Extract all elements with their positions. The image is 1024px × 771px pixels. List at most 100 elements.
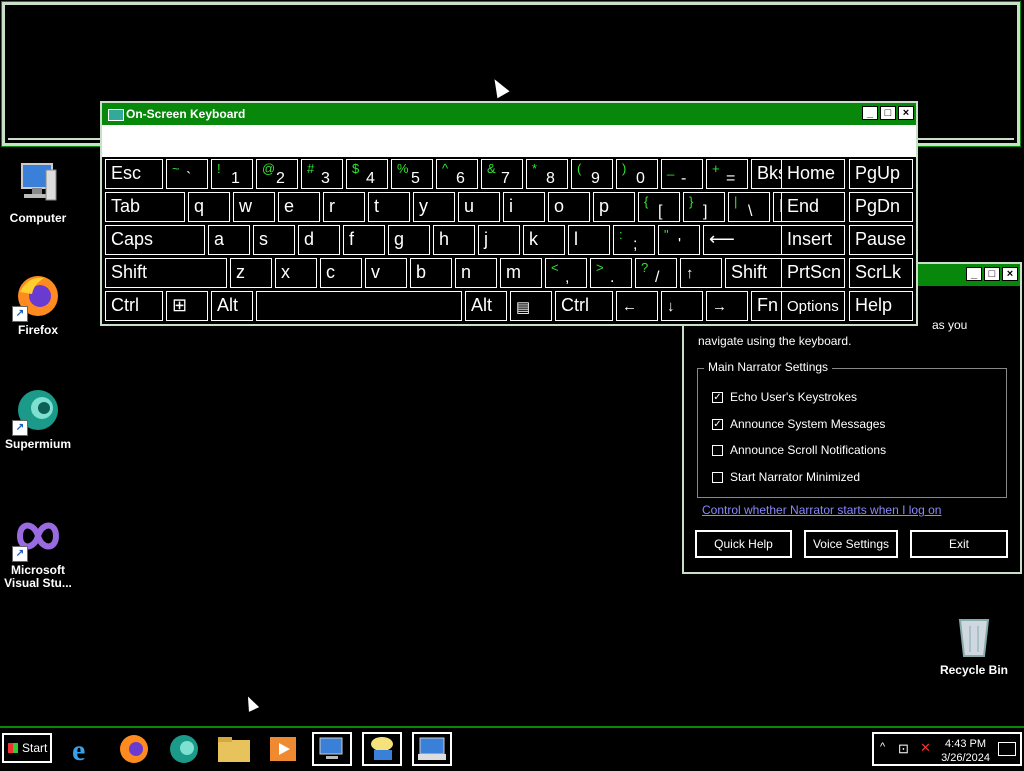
key[interactable]: o [548, 192, 590, 222]
key[interactable]: Shift [725, 258, 785, 288]
key[interactable]: c [320, 258, 362, 288]
minimize-button[interactable]: _ [862, 106, 878, 120]
key[interactable]: r [323, 192, 365, 222]
key[interactable]: ↑ [680, 258, 722, 288]
key[interactable]: PgUp [849, 159, 913, 189]
desktop-icon-firefox[interactable]: ↗ Firefox [0, 272, 76, 337]
key[interactable]: z [230, 258, 272, 288]
key[interactable]: i [503, 192, 545, 222]
key[interactable]: @2 [256, 159, 298, 189]
key[interactable]: p [593, 192, 635, 222]
key[interactable]: >. [590, 258, 632, 288]
key[interactable]: <, [545, 258, 587, 288]
key[interactable]: ScrLk [849, 258, 913, 288]
clock[interactable]: 4:43 PM 3/26/2024 [941, 737, 990, 765]
key[interactable]: " ' [658, 225, 700, 255]
key[interactable]: e [278, 192, 320, 222]
key[interactable]: }] [683, 192, 725, 222]
startup-link[interactable]: Control whether Narrator starts when I l… [702, 503, 941, 517]
key[interactable]: ! 1 [211, 159, 253, 189]
desktop-icon-computer[interactable]: Computer [0, 160, 76, 225]
quick-help-button[interactable]: Quick Help [695, 530, 792, 558]
key[interactable]: a [208, 225, 250, 255]
taskbar-explorer-button[interactable] [214, 732, 254, 766]
key[interactable]: ) 0 [616, 159, 658, 189]
key[interactable]: PgDn [849, 192, 913, 222]
key[interactable]: (9 [571, 159, 613, 189]
key[interactable]: v [365, 258, 407, 288]
key[interactable]: s [253, 225, 295, 255]
key[interactable]: {[ [638, 192, 680, 222]
volume-muted-icon[interactable]: ✕ [920, 740, 931, 756]
key[interactable]: ? / [635, 258, 677, 288]
key[interactable]: + = [706, 159, 748, 189]
taskbar-narrator-button[interactable] [362, 732, 402, 766]
taskbar-window-button-1[interactable] [312, 732, 352, 766]
key[interactable]: j [478, 225, 520, 255]
maximize-button[interactable]: □ [984, 267, 1000, 281]
option-scroll-notifications[interactable]: Announce Scroll Notifications [712, 443, 886, 457]
key[interactable]: b [410, 258, 452, 288]
key[interactable]: m [500, 258, 542, 288]
checkbox[interactable]: ✓ [712, 391, 723, 403]
show-hidden-icons-icon[interactable]: ^ [880, 741, 885, 753]
key[interactable]: Shift [105, 258, 227, 288]
key[interactable]: Insert [781, 225, 845, 255]
checkbox[interactable] [712, 444, 723, 456]
show-desktop-icon[interactable] [998, 742, 1016, 756]
option-start-minimized[interactable]: Start Narrator Minimized [712, 470, 860, 484]
option-announce-system[interactable]: ✓ Announce System Messages [712, 417, 885, 431]
start-button[interactable]: Start [2, 733, 52, 763]
key[interactable]: Ctrl [555, 291, 613, 321]
key[interactable]: k [523, 225, 565, 255]
taskbar-media-button[interactable] [264, 732, 304, 766]
key[interactable]: Esc [105, 159, 163, 189]
key[interactable]: :; [613, 225, 655, 255]
network-icon[interactable]: ⊡ [898, 741, 909, 757]
key[interactable]: % 5 [391, 159, 433, 189]
key[interactable]: h [433, 225, 475, 255]
key[interactable]: Alt [211, 291, 253, 321]
key[interactable]: ↓ [661, 291, 703, 321]
taskbar-firefox-button[interactable] [114, 732, 154, 766]
taskbar-ie-button[interactable]: e [64, 732, 104, 767]
key[interactable]: ⊞ [166, 291, 208, 321]
taskbar-osk-button[interactable] [412, 732, 452, 766]
maximize-button[interactable]: □ [880, 106, 896, 120]
voice-settings-button[interactable]: Voice Settings [804, 530, 898, 558]
key[interactable]: * 8 [526, 159, 568, 189]
key[interactable]: y [413, 192, 455, 222]
desktop-icon-visual-studio[interactable]: ↗ Microsoft Visual Stu... [0, 512, 76, 590]
desktop-icon-recycle-bin[interactable]: Recycle Bin [936, 612, 1012, 677]
checkbox[interactable]: ✓ [712, 418, 723, 430]
key[interactable]: u [458, 192, 500, 222]
key[interactable]: x [275, 258, 317, 288]
key[interactable]: t [368, 192, 410, 222]
checkbox[interactable] [712, 471, 723, 483]
key[interactable]: ^ 6 [436, 159, 478, 189]
key[interactable]: q [188, 192, 230, 222]
key[interactable]: ~ ` [166, 159, 208, 189]
key[interactable]: f [343, 225, 385, 255]
osk-titlebar[interactable]: On-Screen Keyboard _ □ × [102, 103, 916, 125]
key[interactable]: d [298, 225, 340, 255]
option-echo-keystrokes[interactable]: ✓ Echo User's Keystrokes [712, 390, 857, 404]
close-button[interactable]: × [898, 106, 914, 120]
key[interactable]: → [706, 291, 748, 321]
key[interactable]: Ctrl [105, 291, 163, 321]
minimize-button[interactable]: _ [966, 267, 982, 281]
key[interactable]: #3 [301, 159, 343, 189]
key[interactable]: l [568, 225, 610, 255]
key[interactable]: PrtScn [781, 258, 845, 288]
key[interactable]: Pause [849, 225, 913, 255]
key[interactable]: Home [781, 159, 845, 189]
key[interactable]: Caps [105, 225, 205, 255]
key[interactable]: Tab [105, 192, 185, 222]
key[interactable]: Options [781, 291, 845, 321]
taskbar-supermium-button[interactable] [164, 732, 204, 766]
key[interactable]: ▤ [510, 291, 552, 321]
key[interactable]: Help [849, 291, 913, 321]
key[interactable]: $4 [346, 159, 388, 189]
close-button[interactable]: × [1002, 267, 1018, 281]
key[interactable]: _ - [661, 159, 703, 189]
